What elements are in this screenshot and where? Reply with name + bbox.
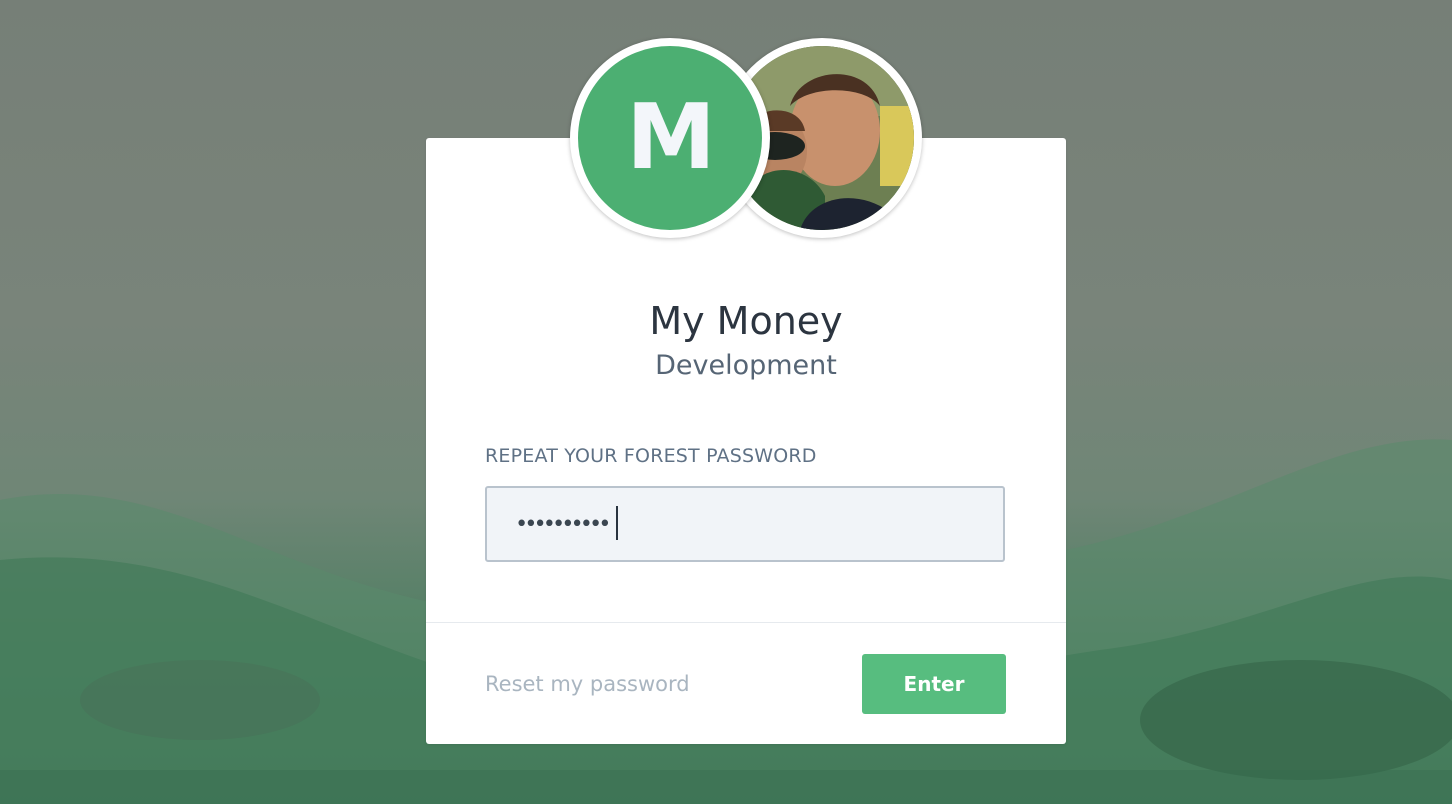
app-subtitle: Development (655, 350, 837, 381)
app-logo-letter: M (626, 85, 716, 190)
password-field[interactable] (485, 486, 1005, 562)
reset-password-link[interactable]: Reset my password (485, 670, 690, 698)
app-title: My Money (649, 299, 843, 343)
password-field-label: REPEAT YOUR FOREST PASSWORD (485, 445, 817, 467)
text-caret (616, 506, 618, 540)
avatar-group: M (570, 38, 922, 238)
card-divider (426, 622, 1066, 623)
app-logo: M (570, 38, 770, 238)
enter-button[interactable]: Enter (862, 654, 1006, 714)
